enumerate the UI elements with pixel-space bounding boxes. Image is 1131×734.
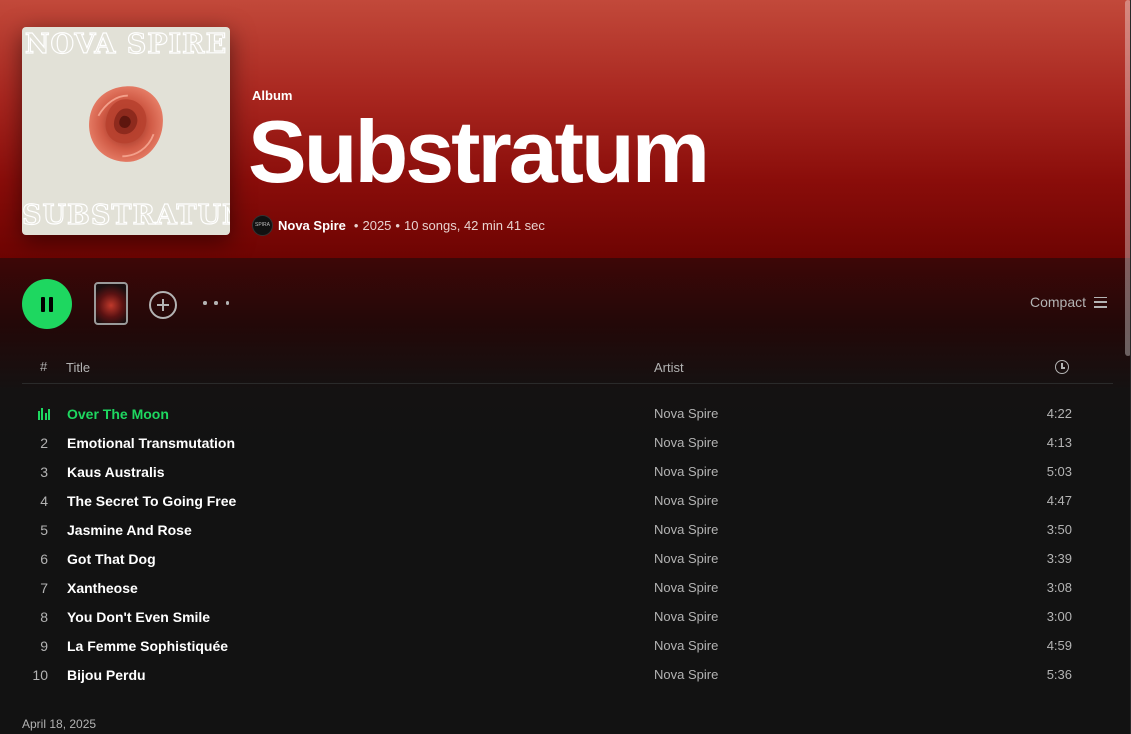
- track-title[interactable]: You Don't Even Smile: [67, 609, 210, 625]
- track-artist[interactable]: Nova Spire: [654, 493, 718, 508]
- track-artist[interactable]: Nova Spire: [654, 522, 718, 537]
- track-duration: 3:50: [1046, 522, 1072, 537]
- table-row[interactable]: 2 Emotional Transmutation Nova Spire 4:13: [22, 429, 1113, 458]
- pause-icon: [41, 296, 45, 312]
- track-number: 4: [40, 493, 48, 509]
- track-artist[interactable]: Nova Spire: [654, 435, 718, 450]
- table-row[interactable]: 8 You Don't Even Smile Nova Spire 3:00: [22, 603, 1113, 632]
- equalizer-icon: [38, 408, 50, 420]
- album-cover[interactable]: NOVA SPIRE SUBSTRATUM: [22, 27, 230, 235]
- release-date: April 18, 2025: [22, 717, 97, 731]
- artist-avatar[interactable]: SPIRA: [252, 214, 273, 236]
- table-row[interactable]: 10 Bijou Perdu Nova Spire 5:36: [22, 661, 1113, 690]
- track-number: 10: [32, 667, 48, 683]
- tracklist-header: # Title Artist: [22, 352, 1113, 384]
- track-number: 3: [40, 464, 48, 480]
- header-artist[interactable]: Artist: [654, 360, 684, 375]
- track-number: 7: [40, 580, 48, 596]
- dot-icon: [214, 301, 218, 305]
- artist-link[interactable]: Nova Spire: [278, 218, 346, 233]
- album-header: NOVA SPIRE SUBSTRATUM Album Substratum S…: [0, 0, 1131, 258]
- table-row[interactable]: 4 The Secret To Going Free Nova Spire 4:47: [22, 487, 1113, 516]
- track-duration: 4:13: [1046, 435, 1072, 450]
- track-title[interactable]: Bijou Perdu: [67, 667, 146, 683]
- table-row[interactable]: 6 Got That Dog Nova Spire 3:39: [22, 545, 1113, 574]
- plus-circle-icon[interactable]: [149, 291, 177, 319]
- track-number: 5: [40, 522, 48, 538]
- album-type-label: Album: [252, 88, 293, 103]
- list-icon: [1094, 296, 1107, 308]
- album-meta: SPIRA Nova Spire • 2025 • 10 songs, 42 m…: [252, 213, 545, 237]
- dot-icon: [203, 301, 207, 305]
- meta-separator: •: [395, 217, 400, 233]
- track-artist[interactable]: Nova Spire: [654, 667, 718, 682]
- track-artist[interactable]: Nova Spire: [654, 580, 718, 595]
- album-page: NOVA SPIRE SUBSTRATUM Album Substratum S…: [0, 0, 1131, 734]
- view-toggle-label: Compact: [1029, 294, 1086, 310]
- cover-artist-text: NOVA SPIRE: [24, 28, 228, 60]
- track-duration: 4:59: [1046, 638, 1072, 653]
- view-toggle[interactable]: Compact: [1030, 294, 1107, 310]
- track-title[interactable]: Kaus Australis: [67, 464, 165, 480]
- track-number: 2: [40, 435, 48, 451]
- dot-icon: [225, 301, 229, 305]
- header-number: #: [40, 359, 48, 374]
- album-title: Substratum: [248, 102, 710, 201]
- track-title[interactable]: Over The Moon: [67, 406, 169, 422]
- table-row[interactable]: Over The Moon Nova Spire 4:22: [22, 400, 1113, 429]
- meta-separator: •: [353, 217, 359, 233]
- track-duration: 4:22: [1046, 406, 1072, 421]
- track-artist[interactable]: Nova Spire: [654, 638, 718, 653]
- track-duration: 3:08: [1046, 580, 1072, 595]
- track-duration: 3:39: [1046, 551, 1072, 566]
- cover-title-text: SUBSTRATUM: [22, 199, 230, 231]
- more-horizontal-icon[interactable]: [203, 290, 229, 316]
- track-number: 8: [40, 609, 48, 625]
- track-artist[interactable]: Nova Spire: [654, 464, 718, 479]
- rose-artwork: [89, 86, 163, 162]
- track-title[interactable]: Jasmine And Rose: [67, 522, 192, 538]
- album-year: 2025: [362, 217, 392, 233]
- track-artist[interactable]: Nova Spire: [654, 609, 718, 624]
- table-row[interactable]: 9 La Femme Sophistiquée Nova Spire 4:59: [22, 632, 1113, 661]
- track-title[interactable]: La Femme Sophistiquée: [67, 638, 228, 654]
- track-title[interactable]: Emotional Transmutation: [67, 435, 235, 451]
- preview-thumbnail[interactable]: [94, 282, 128, 325]
- track-artist[interactable]: Nova Spire: [654, 406, 718, 421]
- table-row[interactable]: 7 Xantheose Nova Spire 3:08: [22, 574, 1113, 603]
- pause-icon: [49, 296, 53, 312]
- table-row[interactable]: 3 Kaus Australis Nova Spire 5:03: [22, 458, 1113, 487]
- clock-icon[interactable]: [1055, 360, 1069, 374]
- track-title[interactable]: Got That Dog: [67, 551, 156, 567]
- track-duration: 5:03: [1046, 464, 1072, 479]
- track-duration: 4:47: [1046, 493, 1072, 508]
- header-title[interactable]: Title: [66, 360, 90, 375]
- table-row[interactable]: 5 Jasmine And Rose Nova Spire 3:50: [22, 516, 1113, 545]
- track-artist[interactable]: Nova Spire: [654, 551, 718, 566]
- track-number: 9: [40, 638, 48, 654]
- pause-button[interactable]: [22, 279, 72, 329]
- track-title[interactable]: The Secret To Going Free: [67, 493, 236, 509]
- track-title[interactable]: Xantheose: [67, 580, 138, 596]
- album-summary: 10 songs, 42 min 41 sec: [403, 217, 545, 233]
- track-number: 6: [40, 551, 48, 567]
- track-duration: 5:36: [1046, 667, 1072, 682]
- track-duration: 3:00: [1046, 609, 1072, 624]
